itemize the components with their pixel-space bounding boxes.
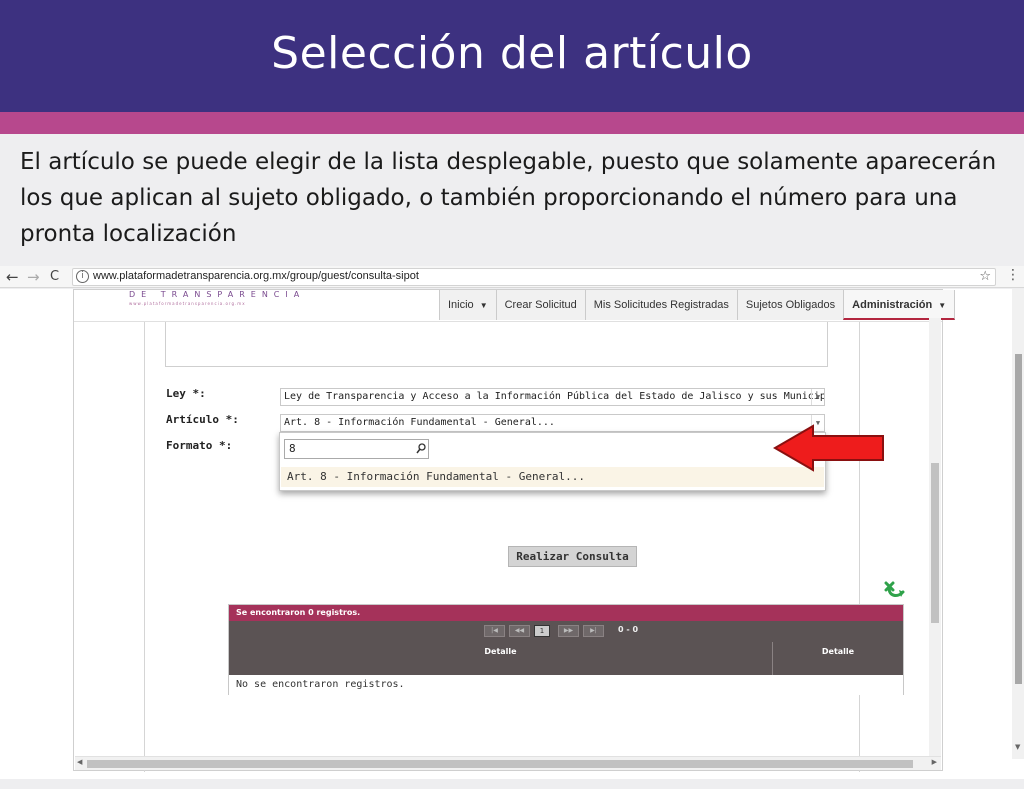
slide-description: El artículo se puede elegir de la lista … xyxy=(20,149,997,247)
bookmark-star-icon[interactable]: ☆ xyxy=(979,269,991,284)
ley-select-value: Ley de Transparencia y Acceso a la Infor… xyxy=(284,391,825,402)
results-header: Detalle Detalle xyxy=(229,642,903,675)
articulo-select[interactable]: Art. 8 - Información Fundamental - Gener… xyxy=(280,414,825,432)
articulo-select-value: Art. 8 - Información Fundamental - Gener… xyxy=(284,417,555,428)
chevron-down-icon: ▼ xyxy=(938,301,947,310)
form-container: Ley *: Ley de Transparencia y Acceso a l… xyxy=(144,322,905,772)
dropdown-option[interactable]: Art. 8 - Información Fundamental - Gener… xyxy=(281,467,824,487)
results-caption: Se encontraron 0 registros. xyxy=(229,605,903,621)
results-pager: |◀ ◀◀ 1 ▶▶ ▶| 0 - 0 xyxy=(229,621,903,642)
address-bar[interactable]: i www.plataformadetransparencia.org.mx/g… xyxy=(72,268,996,286)
dropdown-search-input[interactable]: 8 xyxy=(284,439,429,459)
nav-inicio-label: Inicio xyxy=(448,299,474,311)
scroll-right-icon[interactable]: ▶ xyxy=(932,758,937,766)
scroll-down-icon[interactable]: ▼ xyxy=(1015,743,1020,751)
current-page[interactable]: 1 xyxy=(534,625,550,637)
nav-administracion-label: Administración xyxy=(852,299,933,311)
forward-arrow-icon[interactable]: → xyxy=(27,268,40,286)
articulo-dropdown: 8 Art. 8 - Información Fundamental - Gen… xyxy=(279,432,826,491)
page-range: 0 - 0 xyxy=(618,625,639,634)
nav-crear-solicitud[interactable]: Crear Solicitud xyxy=(495,290,585,320)
site-brand[interactable]: DE TRANSPARENCIA xyxy=(129,290,305,299)
articulo-label: Artículo *: xyxy=(166,413,239,426)
realizar-consulta-button[interactable]: Realizar Consulta xyxy=(508,546,637,567)
slide: Selección del artículo El artículo se pu… xyxy=(0,0,1024,789)
next-page-button[interactable]: ▶▶ xyxy=(558,625,579,637)
nav-mis-solicitudes[interactable]: Mis Solicitudes Registradas xyxy=(584,290,737,320)
page-viewport: DE TRANSPARENCIA www.plataformadetranspa… xyxy=(0,289,1024,779)
formato-label: Formato *: xyxy=(166,439,233,452)
back-arrow-icon[interactable]: ← xyxy=(6,268,19,286)
inner-vertical-scroll-thumb[interactable] xyxy=(931,463,939,623)
header-accent-band xyxy=(0,112,1024,134)
inner-vertical-scrollbar[interactable] xyxy=(929,318,941,756)
page-vertical-scroll-thumb[interactable] xyxy=(1015,354,1022,684)
column-header-detalle[interactable]: Detalle xyxy=(229,642,772,675)
first-page-button[interactable]: |◀ xyxy=(484,625,505,637)
search-icon xyxy=(416,443,426,454)
info-icon[interactable]: i xyxy=(76,270,89,283)
slide-header: Selección del artículo xyxy=(0,0,1024,112)
url-text[interactable]: www.plataformadetransparencia.org.mx/gro… xyxy=(93,270,419,282)
results-grid: Se encontraron 0 registros. |◀ ◀◀ 1 ▶▶ ▶… xyxy=(228,604,904,695)
scroll-left-icon[interactable]: ◀ xyxy=(77,758,82,766)
prev-page-button[interactable]: ◀◀ xyxy=(509,625,530,637)
slide-footer-strip xyxy=(0,779,1024,789)
horizontal-scroll-thumb[interactable] xyxy=(87,760,913,768)
results-empty-message: No se encontraron registros. xyxy=(229,675,903,695)
browser-toolbar: ← → C i www.plataformadetransparencia.or… xyxy=(0,266,1024,288)
dropdown-search-value: 8 xyxy=(289,442,296,455)
chevron-down-icon: ▼ xyxy=(479,301,488,310)
nav-administracion[interactable]: Administración ▼ xyxy=(843,290,956,320)
page-vertical-scrollbar[interactable]: ▼ xyxy=(1012,289,1024,759)
nav-sujetos-obligados[interactable]: Sujetos Obligados xyxy=(736,290,844,320)
ley-select[interactable]: Ley de Transparencia y Acceso a la Infor… xyxy=(280,388,825,406)
reload-icon[interactable]: C xyxy=(50,269,59,284)
red-arrow-icon xyxy=(773,424,884,472)
column-header-detalle-2[interactable]: Detalle xyxy=(773,642,903,675)
page-frame: DE TRANSPARENCIA www.plataformadetranspa… xyxy=(73,289,956,772)
last-page-button[interactable]: ▶| xyxy=(583,625,604,637)
horizontal-scrollbar[interactable]: ◀ ▶ xyxy=(75,756,941,770)
excel-export-icon[interactable] xyxy=(883,580,907,602)
browser-menu-icon[interactable]: ⋮ xyxy=(1006,267,1020,283)
top-navigation: Inicio ▼ Crear Solicitud Mis Solicitudes … xyxy=(439,290,956,320)
nav-inicio[interactable]: Inicio ▼ xyxy=(439,290,496,320)
site-brand-url: www.plataformadetransparencia.org.mx xyxy=(129,301,246,306)
slide-title: Selección del artículo xyxy=(271,28,753,79)
chevron-down-icon[interactable]: ▼ xyxy=(811,389,824,405)
description-textarea[interactable] xyxy=(165,322,828,367)
ley-label: Ley *: xyxy=(166,387,206,400)
